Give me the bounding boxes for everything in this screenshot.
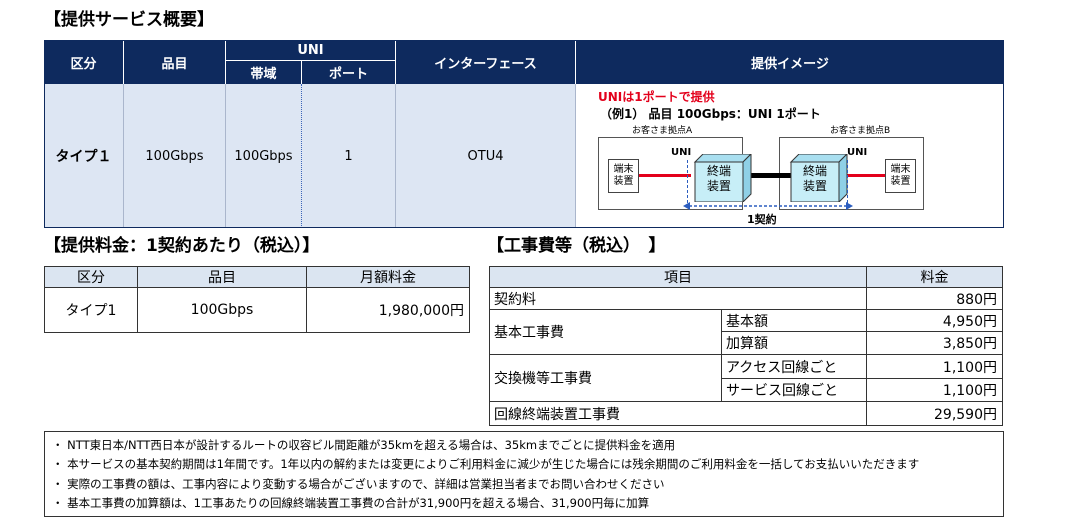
note-2: ・ 本サービスの基本契約期間は1年間です。1年以内の解約または変更によりご利用料… [52, 457, 920, 471]
fee-header-monthly: 月額料金 [306, 266, 470, 288]
construction-header-price: 料金 [866, 266, 1003, 288]
service-diagram: UNIは1ポートで提供 （例1） 品目 100Gbps：UNI 1ポート お客さ… [577, 84, 1004, 228]
fee-title: 【提供料金：1契約あたり（税込）】 [44, 236, 320, 256]
fee-row-monthly: 1,980,000円 [306, 287, 470, 333]
basic-add-label: 加算額 [721, 331, 867, 355]
header-bandwidth: 帯域 [226, 61, 302, 84]
construction-title: 【工事費等（税込） 】 [487, 236, 666, 256]
note-1: ・ NTT東日本/NTT西日本が設計するルートの収容ビル間距離が35kmを超える… [52, 438, 676, 452]
header-category: 区分 [44, 40, 124, 84]
exchange-access-price: 1,100円 [866, 354, 1003, 379]
header-item: 品目 [124, 40, 226, 84]
site-a-label: お客さま拠点A [632, 126, 693, 136]
uni-label-a: UNI [671, 147, 692, 158]
terminal-device-b: 終端 装置 [802, 164, 827, 193]
exchange-access-label: アクセス回線ごと [721, 354, 867, 379]
row-interface: OTU4 [396, 84, 576, 228]
contract-label: 1契約 [747, 213, 777, 226]
fee-row-item: 100Gbps [137, 287, 307, 333]
fee-header-category: 区分 [44, 266, 138, 288]
fee-row-category: タイプ1 [44, 287, 138, 333]
basic-fee-label: 基本工事費 [489, 309, 722, 355]
terminal-fee-label: 回線終端装置工事費 [489, 401, 867, 426]
row-port: 1 [302, 84, 396, 228]
contract-fee-label: 契約料 [489, 287, 867, 310]
row-category: タイプ１ [44, 84, 124, 228]
red-line-left [639, 174, 691, 177]
terminal-fee-price: 29,590円 [866, 401, 1003, 426]
header-port: ポート [302, 61, 396, 84]
row-bandwidth: 100Gbps [226, 84, 302, 228]
diagram-example: （例1） 品目 100Gbps：UNI 1ポート [600, 107, 821, 121]
fee-header-item: 品目 [137, 266, 307, 288]
construction-header-item: 項目 [489, 266, 867, 288]
basic-add-price: 3,850円 [866, 331, 1003, 355]
overview-title: 【提供サービス概要】 [44, 10, 214, 30]
exchange-service-price: 1,100円 [866, 378, 1003, 402]
header-image: 提供イメージ [576, 40, 1004, 84]
note-3: ・ 実際の工事費の額は、工事内容により変動する場合がございますので、詳細は営業担… [52, 477, 665, 491]
diagram-headline: UNIは1ポートで提供 [598, 90, 715, 104]
customer-device-b: 端末 装置 [885, 159, 916, 193]
uni-label-b: UNI [847, 147, 868, 158]
terminal-device-a: 終端 装置 [706, 164, 731, 193]
header-interface: インターフェース [396, 40, 576, 84]
exchange-service-label: サービス回線ごと [721, 378, 867, 402]
header-uni: UNI [226, 40, 396, 61]
row-item: 100Gbps [124, 84, 226, 228]
exchange-fee-label: 交換機等工事費 [489, 354, 722, 402]
basic-base-label: 基本額 [721, 309, 867, 332]
contract-arrow [683, 202, 853, 210]
site-b-label: お客さま拠点B [830, 126, 891, 136]
basic-base-price: 4,950円 [866, 309, 1003, 332]
customer-device-a: 端末 装置 [608, 159, 639, 193]
note-4: ・ 基本工事費の加算額は、1工事あたりの回線終端装置工事費の合計が31,900円… [52, 496, 650, 510]
contract-fee-price: 880円 [866, 287, 1003, 310]
